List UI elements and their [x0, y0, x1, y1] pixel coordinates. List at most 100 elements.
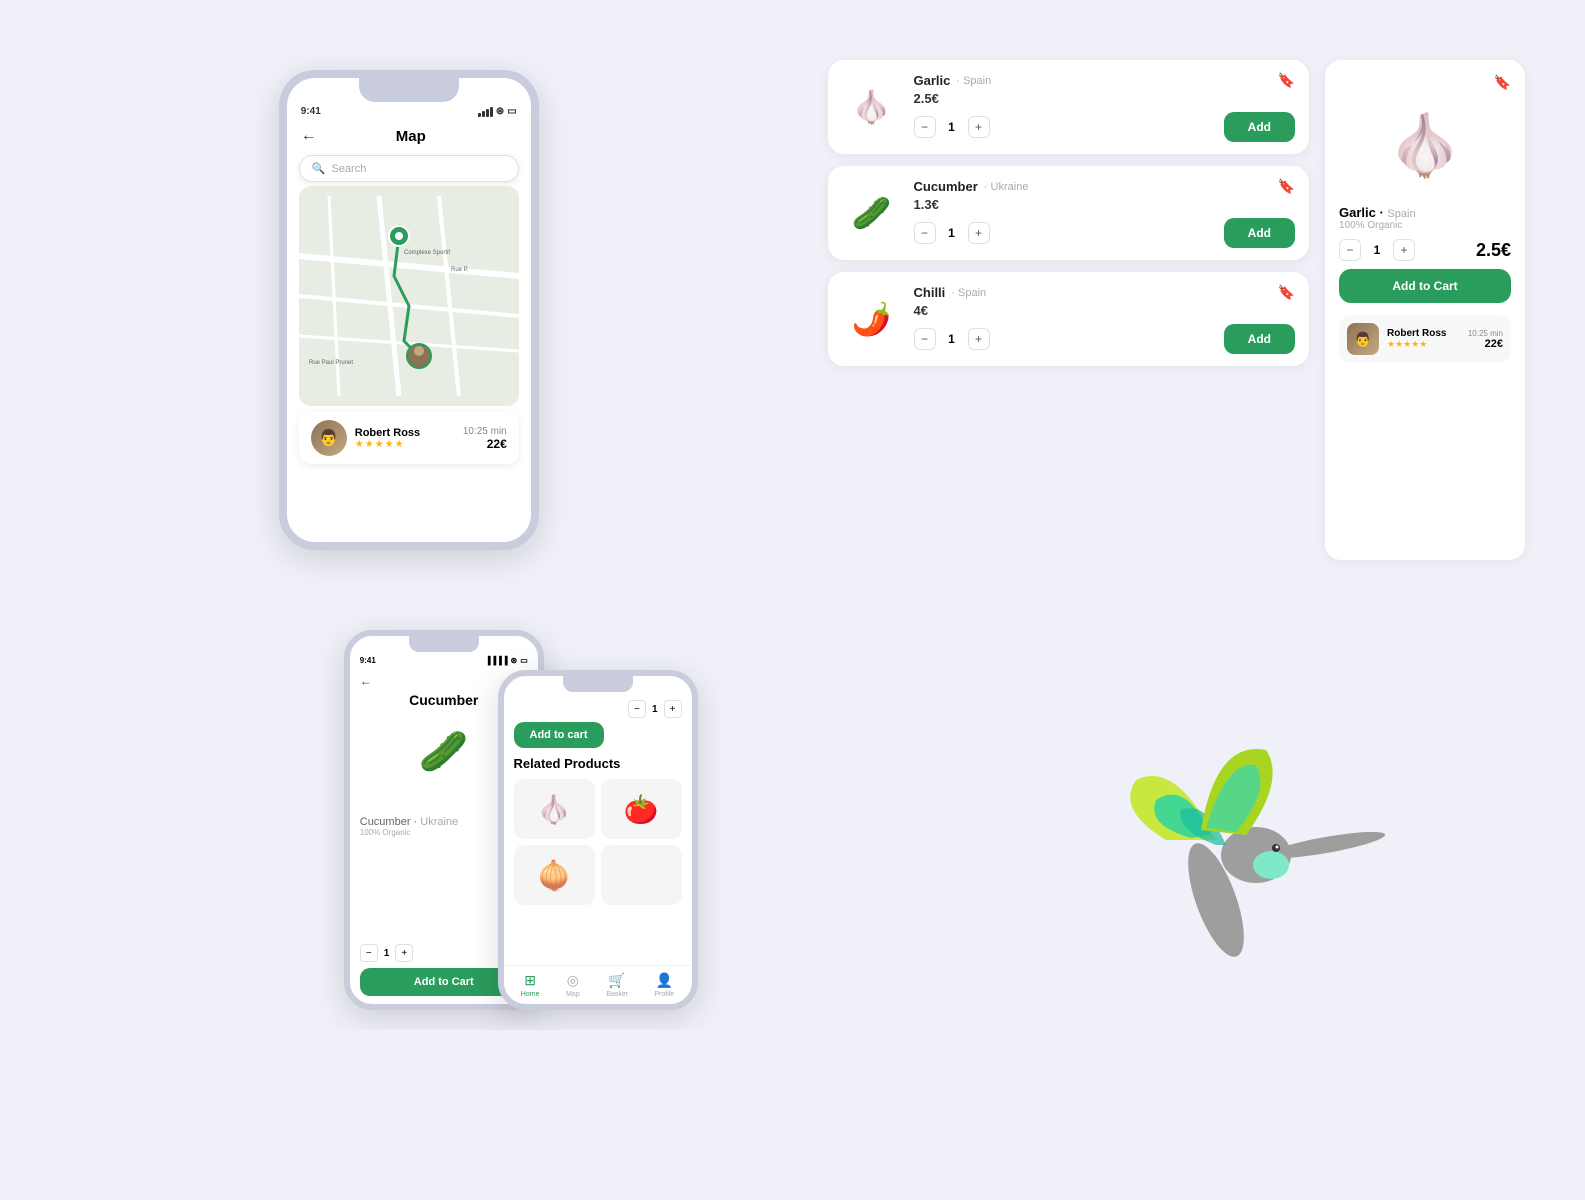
basket-icon: 🛒 — [608, 972, 625, 989]
detail-bookmark[interactable]: 🔖 — [1494, 74, 1511, 91]
profile-icon: 👤 — [656, 972, 673, 989]
detail-product-image: 🧄 — [1375, 95, 1475, 195]
phone-related-products: − 1 + Add to cart Related Products 🧄 🍅 🧅 — [498, 670, 698, 1010]
garlic-add-button[interactable]: Add — [1224, 112, 1295, 142]
cucumber-origin: · Ukraine — [984, 181, 1029, 193]
cucumber-controls: − 1 + Add — [914, 218, 1296, 248]
nav-home[interactable]: ⊞ Home — [521, 972, 540, 998]
product-image-cucumber: 🥒 — [842, 183, 902, 243]
map-title: Map — [325, 128, 497, 145]
garlic-plus[interactable]: + — [968, 116, 990, 138]
product-card-cucumber: 🥒 Cucumber · Ukraine 🔖 1.3€ − 1 + — [828, 166, 1310, 260]
phone1-qty: 1 — [384, 948, 390, 959]
phone2-plus[interactable]: + — [664, 700, 682, 718]
phone1-wifi: ⊛ — [510, 656, 517, 665]
driver-price: 22€ — [463, 437, 507, 451]
phone1-product-image: 🥒 — [404, 716, 484, 786]
search-placeholder: Search — [331, 163, 366, 175]
chilli-plus[interactable]: + — [968, 328, 990, 350]
related-item-onion[interactable]: 🧅 — [514, 845, 595, 905]
nav-home-label: Home — [521, 991, 540, 998]
phone1-back[interactable]: ← — [360, 674, 372, 688]
mini-driver-stars: ★★★★★ — [1387, 339, 1460, 350]
related-item-garlic[interactable]: 🧄 — [514, 779, 595, 839]
garlic-origin: · Spain — [956, 75, 991, 87]
driver-name: Robert Ross — [355, 427, 455, 439]
back-button[interactable]: ← — [301, 127, 317, 145]
garlic-bookmark[interactable]: 🔖 — [1278, 72, 1295, 89]
related-products-grid: 🧄 🍅 🧅 — [514, 779, 682, 905]
chilli-minus[interactable]: − — [914, 328, 936, 350]
phone2-notch — [563, 676, 633, 692]
product-name-row: Garlic · Spain — [914, 73, 992, 88]
nav-basket-label: Basket — [606, 991, 627, 998]
mini-driver-time: 10:25 min — [1468, 329, 1503, 338]
garlic-price: 2.5€ — [914, 91, 1296, 106]
nav-map[interactable]: ◎ Map — [566, 972, 580, 998]
product-card-garlic: 🧄 Garlic · Spain 🔖 2.5€ − 1 + Ad — [828, 60, 1310, 154]
phone2-add-cart-button[interactable]: Add to cart — [514, 722, 604, 748]
cucumber-bookmark[interactable]: 🔖 — [1278, 178, 1295, 195]
chilli-controls: − 1 + Add — [914, 324, 1296, 354]
phone1-signal: ▐▐▐▐ — [485, 656, 508, 665]
bottom-nav: ⊞ Home ◎ Map 🛒 Basket 👤 Profile — [504, 965, 692, 1004]
detail-qty: 1 — [1369, 243, 1385, 257]
phone1-plus[interactable]: + — [395, 944, 413, 962]
status-icons: ⊛ ▭ — [478, 106, 517, 117]
detail-qty-row: − 1 + 2.5€ — [1339, 239, 1511, 261]
hummingbird-logo — [1016, 680, 1336, 960]
detail-panel: 🔖 🧄 Garlic · Spain 100% Organic − 1 + 2.… — [1325, 60, 1525, 560]
cucumber-add-button[interactable]: Add — [1224, 218, 1295, 248]
product-card-chilli: 🌶️ Chilli · Spain 🔖 4€ − 1 + Add — [828, 272, 1310, 366]
nav-profile[interactable]: 👤 Profile — [654, 972, 674, 998]
mini-driver-avatar: 👨 — [1347, 323, 1379, 355]
wifi-icon: ⊛ — [496, 106, 504, 117]
search-bar[interactable]: 🔍 Search — [299, 155, 519, 182]
product-image-chilli: 🌶️ — [842, 289, 902, 349]
product-panel: 🧄 Garlic · Spain 🔖 2.5€ − 1 + Ad — [808, 40, 1546, 580]
phone-time: 9:41 — [301, 106, 321, 117]
mini-driver-name: Robert Ross — [1387, 328, 1460, 339]
chilli-bookmark[interactable]: 🔖 — [1278, 284, 1295, 301]
related-item-tomato[interactable]: 🍅 — [601, 779, 682, 839]
map-nav-icon: ◎ — [567, 972, 579, 989]
product-header-garlic: Garlic · Spain 🔖 — [914, 72, 1296, 89]
detail-product-name: Garlic · Spain — [1339, 205, 1511, 220]
product-details-garlic: Garlic · Spain 🔖 2.5€ − 1 + Add — [914, 72, 1296, 142]
phone-notch — [359, 78, 459, 102]
product-name-row-cucumber: Cucumber · Ukraine — [914, 179, 1029, 194]
driver-card: 👨 Robert Ross ★★★★★ 10:25 min 22€ — [299, 412, 519, 464]
product-details-cucumber: Cucumber · Ukraine 🔖 1.3€ − 1 + Add — [914, 178, 1296, 248]
phone1-battery: ▭ — [520, 656, 528, 665]
related-products-title: Related Products — [514, 756, 682, 771]
chilli-price: 4€ — [914, 303, 1296, 318]
cucumber-minus[interactable]: − — [914, 222, 936, 244]
mini-driver-price: 22€ — [1468, 338, 1503, 350]
add-to-cart-button[interactable]: Add to Cart — [1339, 269, 1511, 303]
cucumber-qty: 1 — [944, 226, 960, 240]
cucumber-name: Cucumber — [914, 179, 978, 194]
phone2-qty: 1 — [652, 704, 658, 715]
driver-stars: ★★★★★ — [355, 439, 455, 450]
driver-time: 10:25 min — [463, 426, 507, 437]
product-header-cucumber: Cucumber · Ukraine 🔖 — [914, 178, 1296, 195]
cucumber-price: 1.3€ — [914, 197, 1296, 212]
cucumber-plus[interactable]: + — [968, 222, 990, 244]
detail-plus[interactable]: + — [1393, 239, 1415, 261]
nav-basket[interactable]: 🛒 Basket — [606, 972, 627, 998]
detail-header: 🔖 — [1339, 74, 1511, 91]
phone1-minus[interactable]: − — [360, 944, 378, 962]
garlic-minus[interactable]: − — [914, 116, 936, 138]
phone2-minus[interactable]: − — [628, 700, 646, 718]
phone2-qty-row: − 1 + — [514, 700, 682, 718]
driver-meta: 10:25 min 22€ — [463, 426, 507, 451]
phone-frame-map: 9:41 ⊛ ▭ ← Map 🔍 — [279, 70, 539, 550]
chilli-add-button[interactable]: Add — [1224, 324, 1295, 354]
detail-minus[interactable]: − — [1339, 239, 1361, 261]
phone2-top-area: − 1 + Add to cart Related Products 🧄 🍅 🧅 — [504, 676, 692, 909]
map-area[interactable]: Complexe Sportif Rue P. Rue Paul Prunet — [299, 186, 519, 406]
svg-text:Complexe Sportif: Complexe Sportif — [404, 250, 450, 256]
related-item-empty — [601, 845, 682, 905]
map-svg: Complexe Sportif Rue P. Rue Paul Prunet — [299, 186, 519, 406]
phone1-notch — [409, 636, 479, 652]
